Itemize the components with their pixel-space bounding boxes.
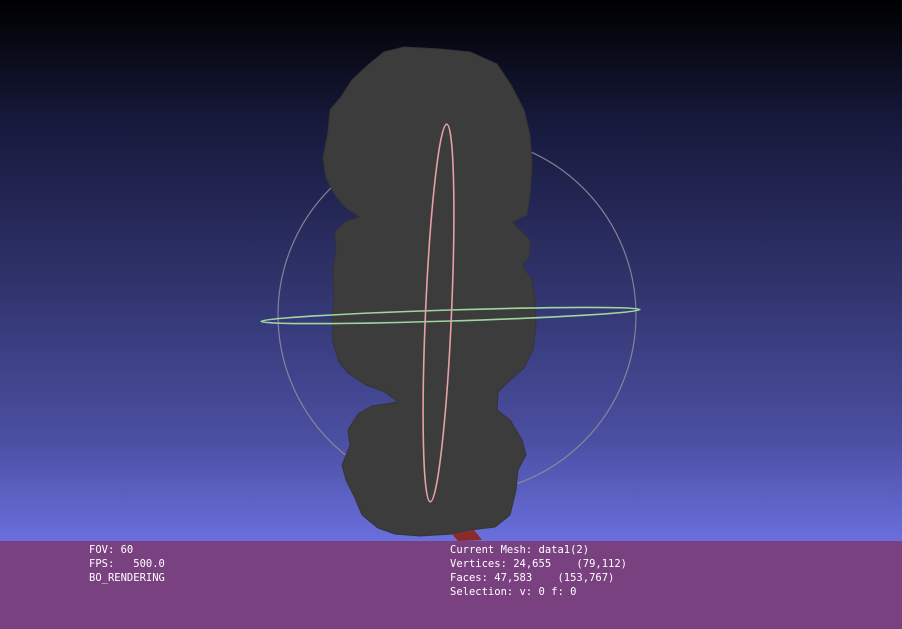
vertices-readout: Vertices: 24,655 (79,112)	[450, 558, 628, 570]
info-bar: FOV: 60 FPS: 500.0 BO_RENDERING Current …	[0, 541, 902, 629]
render-info: FOV: 60 FPS: 500.0 BO_RENDERING	[89, 543, 165, 585]
selection-readout: Selection: v: 0 f: 0	[450, 586, 577, 598]
3d-viewport[interactable]: FOV: 60 FPS: 500.0 BO_RENDERING Current …	[0, 0, 902, 629]
fov-readout: FOV: 60	[89, 544, 134, 556]
mesh-model[interactable]	[322, 46, 537, 537]
mesh-info: Current Mesh: data1(2) Vertices: 24,655 …	[450, 543, 627, 599]
current-mesh-readout: Current Mesh: data1(2)	[450, 544, 590, 556]
faces-readout: Faces: 47,583 (153,767)	[450, 572, 615, 584]
render-mode-readout: BO_RENDERING	[89, 572, 165, 584]
scene-canvas[interactable]	[0, 0, 902, 629]
fps-readout: FPS: 500.0	[89, 558, 165, 570]
